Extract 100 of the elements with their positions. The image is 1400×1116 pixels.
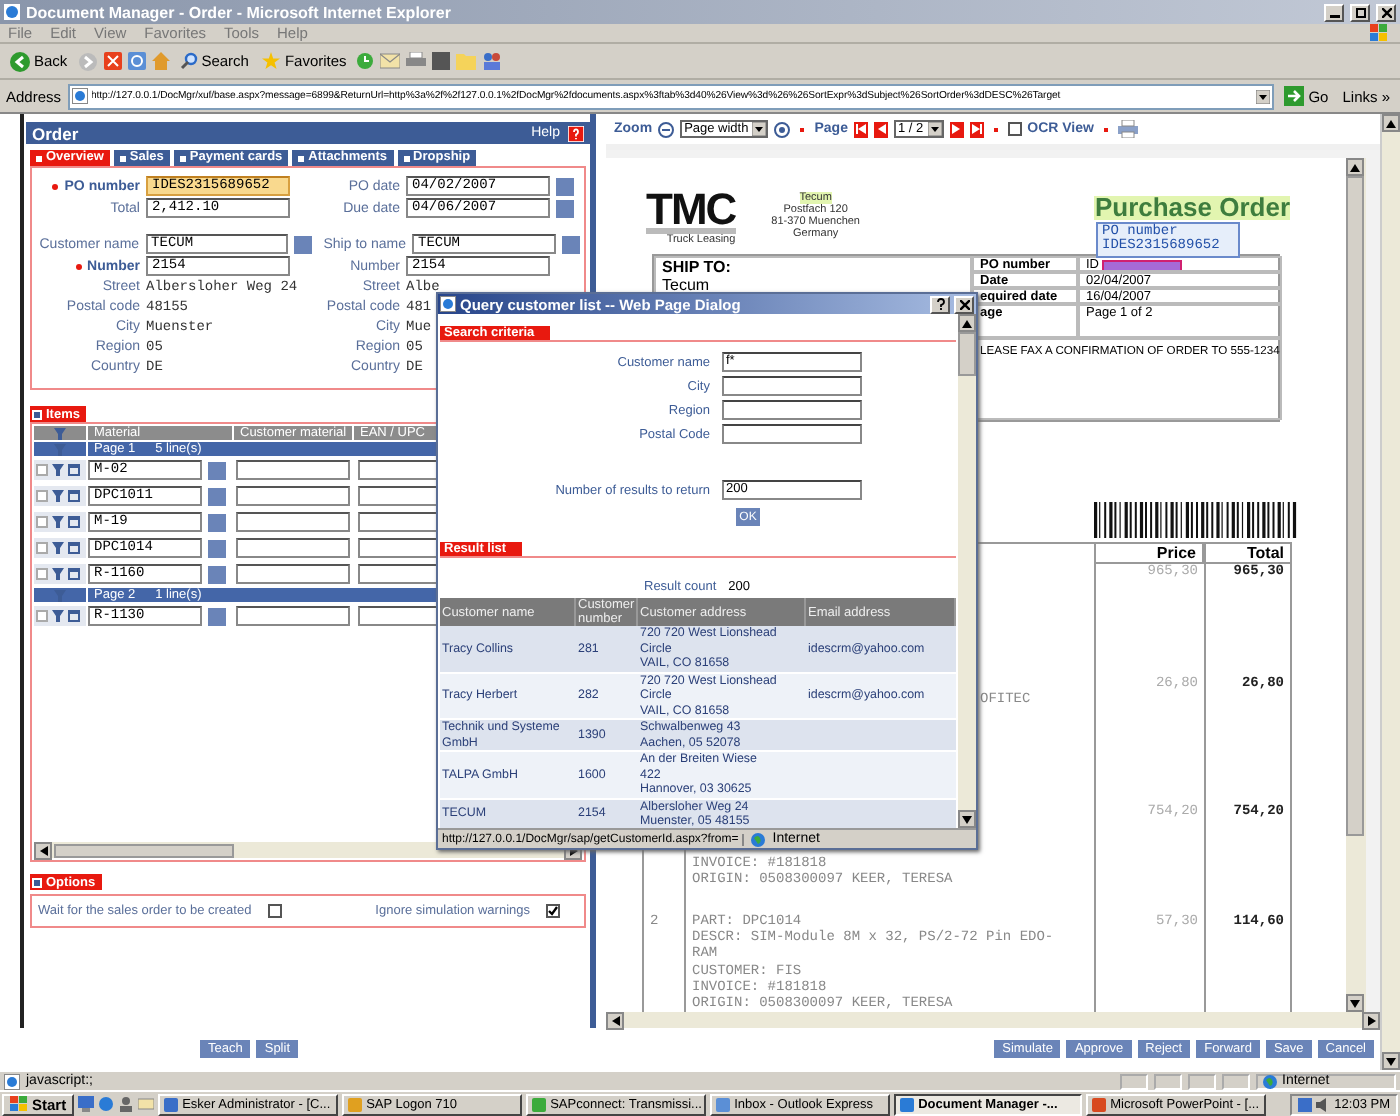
arrow-icon (39, 845, 47, 855)
checkbox[interactable] (267, 904, 282, 918)
arrow-icon (1386, 119, 1396, 127)
row-checkbox[interactable] (36, 610, 48, 622)
window-icon (68, 610, 80, 622)
column-header: Price (1094, 542, 1204, 564)
last-page-button[interactable] (969, 121, 984, 137)
input-field[interactable] (722, 376, 862, 396)
checkbox[interactable] (546, 904, 560, 918)
input-field[interactable] (236, 606, 350, 626)
dropdown-arrow-icon (752, 122, 767, 136)
zoom-out-icon (658, 121, 675, 137)
vertical-scrollbar[interactable] (1380, 114, 1400, 1070)
forward-icon (77, 51, 98, 71)
home-icon (151, 52, 170, 70)
printer-icon (406, 52, 427, 70)
arrow-icon (611, 1015, 619, 1025)
close-icon (1381, 7, 1391, 17)
lookup-button[interactable] (294, 235, 312, 253)
document-icon (432, 52, 451, 70)
status-pane (1154, 1073, 1182, 1089)
horizontal-scrollbar[interactable] (606, 1012, 1380, 1028)
help-button[interactable] (930, 295, 950, 313)
dropdown-arrow-icon (927, 122, 942, 136)
input-field[interactable] (722, 400, 862, 420)
vertical-scrollbar[interactable] (1346, 158, 1366, 1012)
lookup-button[interactable] (208, 607, 226, 625)
scroll-thumb[interactable] (54, 843, 234, 857)
arrow-icon (962, 319, 972, 327)
printer-icon (1117, 120, 1138, 138)
browser-icon (4, 4, 20, 20)
status-pane (1120, 1073, 1148, 1089)
filter-icon (52, 516, 64, 528)
row-checkbox[interactable] (36, 464, 48, 476)
window-icon (68, 542, 80, 554)
scroll-button[interactable] (1346, 158, 1364, 176)
application-icon (348, 1097, 363, 1111)
go-arrow-icon (1284, 86, 1305, 106)
status-pane (1188, 1073, 1216, 1089)
arrow-icon (1386, 1057, 1396, 1065)
people-icon (482, 52, 503, 70)
input-field[interactable] (236, 460, 350, 480)
input-field[interactable] (722, 424, 862, 444)
checkbox[interactable] (1007, 122, 1022, 136)
scroll-button[interactable] (1382, 1052, 1400, 1070)
star-icon (262, 52, 281, 70)
back-icon (10, 51, 30, 71)
row-checkbox[interactable] (36, 516, 48, 528)
last-page-icon (971, 124, 982, 134)
network-icon (1298, 1097, 1313, 1111)
desktop-icon (78, 1096, 95, 1112)
scroll-button[interactable] (958, 810, 976, 828)
filter-icon (52, 542, 64, 554)
windows-logo-icon (10, 1096, 28, 1112)
application-icon (716, 1097, 731, 1111)
restore-button[interactable] (1350, 3, 1370, 21)
restore-icon (1355, 7, 1365, 17)
input-field[interactable] (236, 564, 350, 584)
status-pane (1222, 1073, 1250, 1089)
speaker-icon (1316, 1097, 1331, 1111)
input-field[interactable] (236, 538, 350, 558)
close-button[interactable] (1376, 3, 1396, 21)
scroll-button[interactable] (958, 314, 976, 332)
scroll-button[interactable] (1382, 114, 1400, 132)
close-icon (959, 299, 969, 309)
row-checkbox[interactable] (36, 542, 48, 554)
first-page-button[interactable] (853, 121, 868, 137)
scroll-button[interactable] (1346, 994, 1364, 1012)
previous-page-button[interactable] (873, 121, 888, 137)
row-checkbox[interactable] (36, 490, 48, 502)
person-icon (118, 1096, 135, 1112)
window-title: Document Manager - Order - Microsoft Internet Explorer (26, 3, 453, 21)
history-icon (356, 52, 375, 70)
next-page-button[interactable] (949, 121, 964, 137)
window-icon (68, 568, 80, 580)
first-page-icon (855, 124, 866, 134)
vertical-scrollbar[interactable] (958, 314, 976, 828)
close-button[interactable] (954, 295, 974, 313)
arrow-icon (1350, 163, 1360, 171)
help-icon (935, 298, 945, 310)
scroll-button[interactable] (34, 841, 52, 859)
help-icon (568, 125, 584, 141)
input-field[interactable] (236, 486, 350, 506)
previous-page-icon (875, 124, 886, 134)
document-title: Purchase Order (1094, 196, 1290, 220)
arrow-icon (962, 815, 972, 823)
input-field[interactable] (236, 512, 350, 532)
scroll-thumb[interactable] (1346, 176, 1364, 836)
minimize-button[interactable] (1324, 3, 1344, 21)
required-icon (75, 263, 82, 269)
application-icon (164, 1097, 179, 1111)
search-icon (179, 52, 198, 70)
panel-title: Order (32, 123, 79, 143)
globe-icon (750, 831, 767, 847)
window-icon (68, 464, 80, 476)
application-icon (532, 1097, 547, 1111)
row-checkbox[interactable] (36, 568, 48, 580)
scroll-thumb[interactable] (958, 332, 976, 376)
ship-to-label: SHIP TO: (662, 258, 733, 276)
filter-icon (52, 490, 64, 502)
